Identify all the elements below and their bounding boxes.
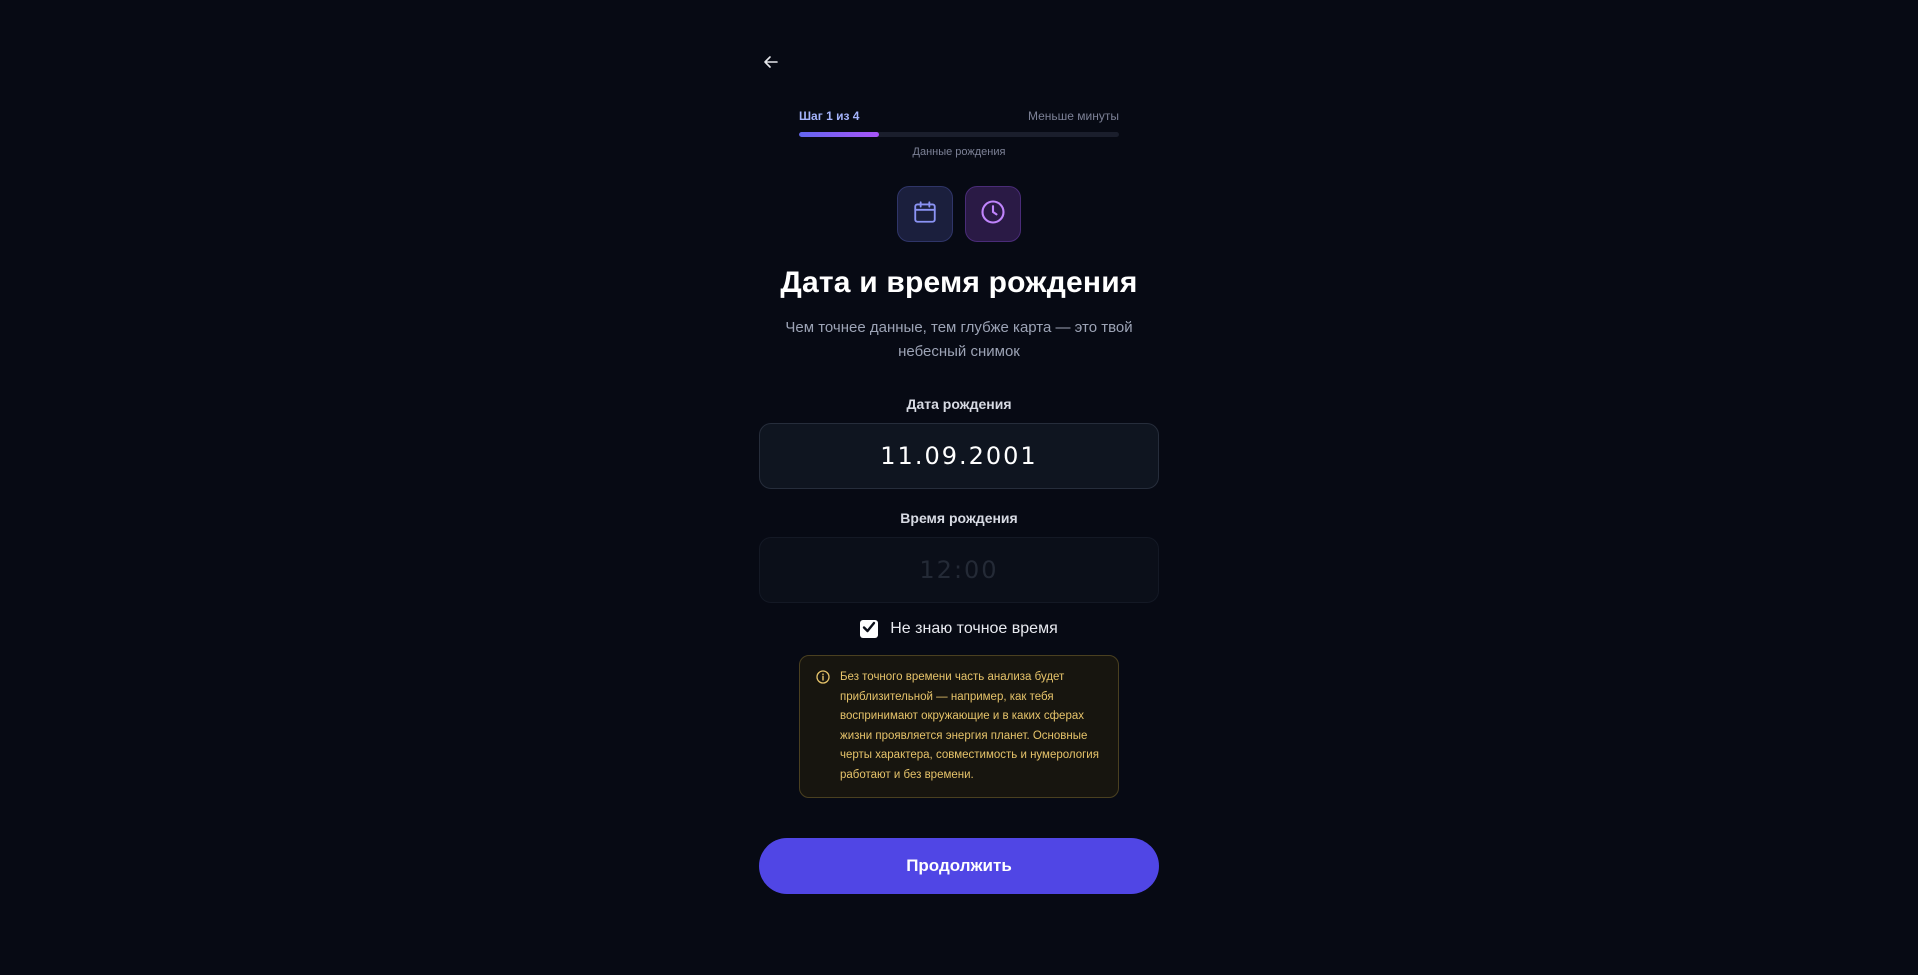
clock-tile	[965, 186, 1021, 242]
page: Шаг 1 из 4 Меньше минуты Данные рождения	[0, 0, 1918, 975]
arrow-left-icon	[763, 54, 779, 75]
calendar-icon	[912, 199, 938, 230]
birth-time-input[interactable]: 12:00	[759, 537, 1159, 603]
eta-label: Меньше минуты	[1027, 109, 1119, 123]
section-label: Данные рождения	[912, 146, 1006, 158]
approximation-notice: Без точного времени часть анализа будет …	[799, 655, 1119, 798]
clock-icon	[979, 198, 1007, 231]
unknown-time-option[interactable]: Не знаю точное время	[759, 620, 1159, 638]
info-icon	[816, 670, 830, 692]
continue-button[interactable]: Продолжить	[759, 838, 1159, 894]
calendar-tile	[897, 186, 953, 242]
progress-bar	[799, 132, 1119, 137]
unknown-time-checkbox[interactable]	[860, 620, 879, 639]
checkmark-icon	[862, 620, 876, 639]
progress-fill	[799, 132, 879, 137]
unknown-time-label: Не знаю точное время	[890, 620, 1058, 637]
time-label: Время рождения	[900, 510, 1018, 526]
step-indicator: Шаг 1 из 4	[799, 109, 860, 123]
onboarding-column: Шаг 1 из 4 Меньше минуты Данные рождения	[759, 0, 1159, 975]
notice-text: Без точного времени часть анализа будет …	[840, 671, 1099, 781]
birth-time-placeholder: 12:00	[919, 556, 999, 584]
progress-section: Шаг 1 из 4 Меньше минуты Данные рождения	[799, 108, 1119, 158]
header-icons	[759, 186, 1159, 242]
progress-header: Шаг 1 из 4 Меньше минуты	[799, 108, 1119, 124]
birth-date-value: 11.09.2001	[880, 442, 1038, 470]
date-label: Дата рождения	[906, 396, 1012, 412]
page-subtitle: Чем точнее данные, тем глубже карта — эт…	[785, 319, 1133, 360]
page-title: Дата и время рождения	[780, 266, 1138, 299]
birth-date-input[interactable]: 11.09.2001	[759, 423, 1159, 489]
back-button[interactable]	[759, 52, 783, 76]
